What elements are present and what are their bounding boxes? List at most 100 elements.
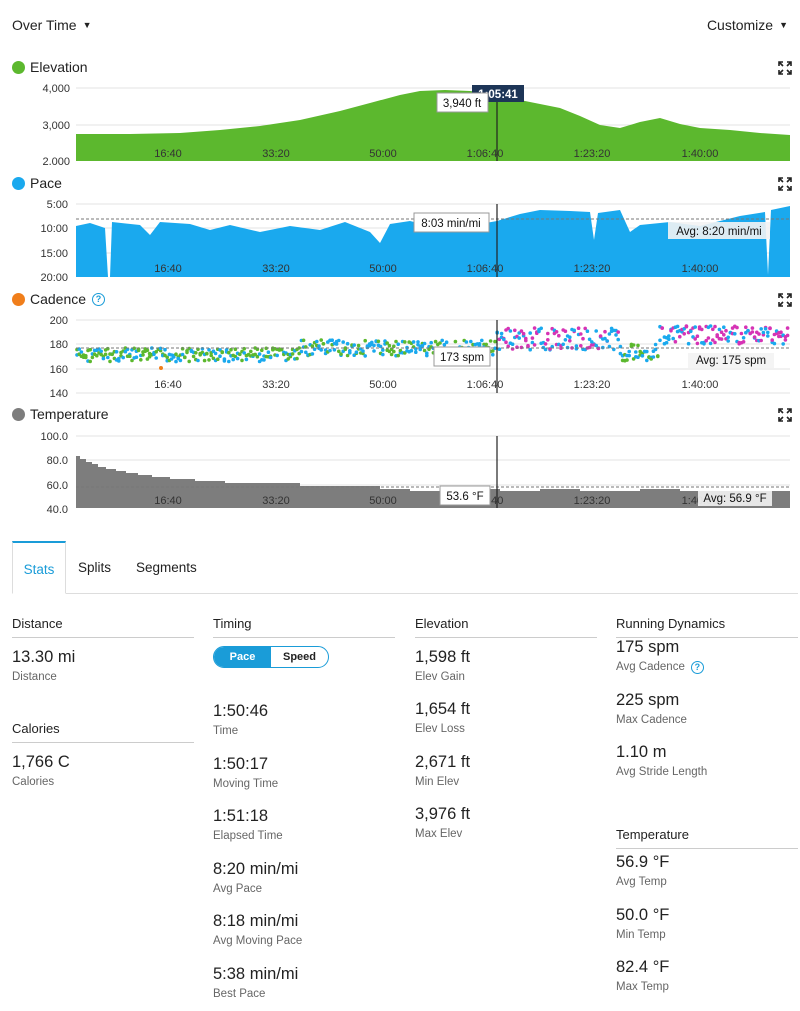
dynamics-stat: 1.10 m Avg Stride Length: [616, 743, 707, 778]
cadence-point: [785, 333, 790, 338]
cadence-point: [174, 359, 178, 364]
cadence-point: [761, 330, 766, 335]
over-time-label: Over Time: [12, 17, 77, 33]
cadence-point: [557, 333, 561, 338]
cadence-point: [700, 327, 704, 332]
over-time-dropdown[interactable]: Over Time ▼: [12, 17, 92, 33]
cadence-point: [337, 338, 341, 343]
cadence-chart[interactable]: 200 180 160 140 16:40 33:20 50:00 1:06:4…: [0, 312, 800, 398]
cadence-point: [744, 325, 748, 330]
help-icon[interactable]: ?: [92, 292, 106, 306]
cadence-point: [693, 325, 697, 329]
stat-label: Max Elev: [415, 828, 463, 840]
stat-value: 1.10 m: [616, 743, 667, 761]
cadence-point: [499, 331, 504, 336]
elevation-chart[interactable]: 4,000 3,000 2,000 16:40 33:20 50:00 1:06…: [0, 80, 800, 165]
x-tick: 1:23:20: [574, 263, 611, 275]
cadence-point: [766, 334, 770, 338]
cadence-point: [409, 348, 414, 353]
toggle-speed[interactable]: Speed: [271, 647, 328, 667]
elevation-dot: [12, 60, 25, 74]
cadence-point: [484, 342, 489, 347]
cadence-point: [726, 335, 730, 340]
cadence-point: [510, 342, 515, 347]
cadence-point: [733, 332, 737, 336]
cadence-point: [594, 329, 598, 333]
cadence-point: [724, 328, 728, 333]
cadence-point: [396, 353, 401, 358]
y-tick: 100.0: [40, 431, 68, 443]
cadence-point: [145, 348, 150, 353]
cadence-point: [440, 338, 445, 343]
cadence-point: [95, 353, 99, 358]
cadence-point: [768, 326, 772, 330]
x-tick: 50:00: [369, 495, 397, 507]
cadence-point: [268, 355, 273, 360]
expand-icon[interactable]: [778, 408, 792, 422]
expand-icon[interactable]: [778, 293, 792, 307]
cadence-point: [634, 350, 638, 354]
expand-icon[interactable]: [778, 61, 792, 75]
toggle-pace[interactable]: Pace: [214, 647, 271, 667]
cadence-point: [202, 358, 207, 363]
customize-dropdown[interactable]: Customize ▼: [707, 17, 788, 33]
cadence-point: [403, 340, 407, 344]
tooltip-value: 8:03 min/mi: [421, 218, 480, 230]
tab-stats[interactable]: Stats: [12, 541, 66, 594]
cadence-point: [664, 340, 669, 345]
tooltip-value: 53.6 °F: [446, 491, 483, 503]
stat-label: Best Pace: [213, 988, 266, 1000]
stat-value: 1,766 C: [12, 753, 70, 771]
cadence-point: [295, 356, 299, 361]
stat-value: 1,654 ft: [415, 700, 471, 718]
expand-icon[interactable]: [778, 177, 792, 191]
distance-heading: Distance: [12, 616, 194, 638]
cadence-point: [218, 354, 222, 359]
cadence-point: [108, 359, 112, 364]
cadence-point: [783, 338, 788, 342]
help-icon[interactable]: ?: [690, 661, 704, 674]
y-tick: 10:00: [40, 223, 68, 235]
cadence-point: [695, 334, 700, 339]
avg-label: Avg: 175 spm: [696, 355, 766, 367]
x-tick: 1:23:20: [574, 148, 611, 160]
cadence-point: [625, 358, 629, 362]
distance-stat: 13.30 mi Distance: [12, 648, 75, 683]
cadence-point: [757, 332, 761, 336]
cadence-point: [519, 345, 524, 350]
tab-segments[interactable]: Segments: [136, 541, 197, 594]
cadence-point: [508, 329, 513, 333]
cadence-point: [433, 339, 438, 344]
stat-value: 8:18 min/mi: [213, 912, 299, 930]
cadence-point: [185, 350, 189, 355]
timing-stat: 8:20 min/mi Avg Pace: [213, 860, 298, 895]
cadence-point: [528, 331, 532, 335]
stat-value: 3,976 ft: [415, 805, 471, 823]
pace-chart[interactable]: 5:00 10:00 15:00 20:00 16:40 33:20 50:00…: [0, 196, 800, 282]
x-tick: 1:40:00: [682, 379, 719, 391]
cadence-point: [779, 330, 783, 335]
cadence-point: [290, 352, 295, 356]
cadence-point: [554, 330, 559, 334]
stats-col-distance: Distance 13.30 mi Distance Calories 1,76…: [12, 616, 194, 788]
x-tick: 16:40: [154, 263, 182, 275]
x-tick: 33:20: [262, 379, 290, 391]
cadence-point: [759, 327, 763, 331]
x-tick: 50:00: [369, 379, 397, 391]
cadence-point: [139, 358, 143, 362]
cadence-point: [352, 343, 357, 347]
cadence-point: [222, 357, 227, 361]
y-tick: 200: [50, 315, 68, 327]
stats-col-elevation: Elevation 1,598 ft Elev Gain 1,654 ft Elev…: [415, 616, 597, 840]
cadence-point: [493, 339, 497, 344]
cadence-point: [504, 340, 508, 345]
cadence-point: [770, 338, 774, 342]
cadence-point: [491, 352, 495, 357]
tab-splits[interactable]: Splits: [78, 541, 111, 594]
temp-stat: 56.9 °F Avg Temp: [616, 853, 669, 888]
temperature-chart[interactable]: 100.0 80.0 60.0 40.0 16:40 33:20 50:00 1…: [0, 428, 800, 514]
cadence-point: [315, 339, 319, 344]
cadence-point: [249, 349, 253, 354]
cadence-point: [766, 330, 770, 335]
pace-speed-toggle[interactable]: Pace Speed: [213, 646, 329, 668]
